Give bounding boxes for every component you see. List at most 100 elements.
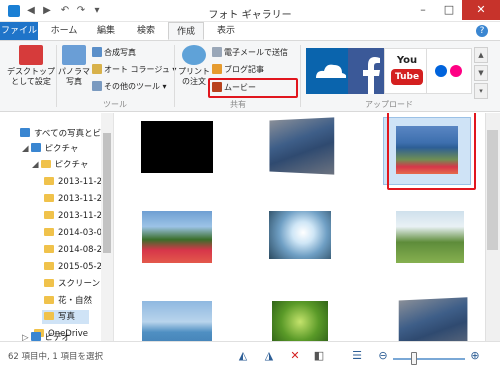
nav-item-label: 写真	[58, 312, 76, 322]
nav-item-videos[interactable]: ▷ ビデオ	[22, 331, 70, 345]
expand-arrow-icon: ▷	[22, 333, 29, 343]
selected-photo-highlight-box	[387, 113, 476, 190]
nav-item-folder[interactable]: 2015-05-2	[44, 260, 102, 274]
blog-post-button[interactable]: ブログ記事	[212, 63, 264, 76]
photo-thumbnail[interactable]	[269, 211, 331, 259]
rotate-left-icon[interactable]: ◭	[236, 349, 250, 363]
photo-thumbnail[interactable]	[272, 301, 328, 341]
other-tools-label: その他のツール ▾	[104, 82, 167, 91]
set-as-desktop-label: デスクトップ として設定	[7, 67, 55, 86]
nav-item-label: 2013-11-2	[58, 177, 102, 187]
tab-edit[interactable]: 編集	[88, 22, 124, 40]
nav-item-label: 2013-11-2	[58, 194, 102, 204]
nav-item-label: ピクチャ	[54, 160, 89, 170]
other-tools-button[interactable]: その他のツール ▾	[92, 80, 167, 93]
ribbon-separator	[300, 45, 301, 107]
tab-view[interactable]: 表示	[208, 22, 244, 40]
nav-item-label: 2014-08-2	[58, 245, 102, 255]
tab-file[interactable]: ファイル	[0, 22, 38, 40]
rotate-right-icon[interactable]: ◮	[262, 349, 276, 363]
ribbon: デスクトップ として設定 パノラマ 写真 合成写真 オート コラージュ ▾ その…	[0, 40, 500, 112]
nav-item-folder[interactable]: 2013-11-2	[44, 209, 102, 223]
flickr-icon[interactable]	[426, 48, 472, 94]
panorama-button[interactable]: パノラマ 写真	[58, 45, 90, 87]
onedrive-icon[interactable]	[306, 48, 352, 94]
nav-item-pictures-folder[interactable]: ◢ ピクチャ	[32, 158, 88, 172]
photo-thumbnail[interactable]	[396, 211, 464, 263]
nav-item-label: ビデオ	[44, 333, 71, 343]
minimize-button[interactable]: –	[410, 0, 436, 20]
email-icon	[212, 47, 222, 57]
navigation-pane: すべての写真とビデ ◢ ピクチャ ◢ ピクチャ 2013-11-2 2013-11-…	[0, 113, 114, 341]
tab-home[interactable]: ホーム	[44, 22, 84, 40]
collapse-arrow-icon: ◢	[32, 160, 39, 170]
tab-create[interactable]: 作成	[168, 22, 204, 40]
auto-collage-label: オート コラージュ ▾	[104, 65, 177, 74]
nav-item-folder[interactable]: 2013-11-2	[44, 175, 102, 189]
nav-item-folder[interactable]: 花・自然	[44, 294, 92, 308]
status-text: 62 項目中, 1 項目を選択	[8, 352, 104, 362]
zoom-slider-handle[interactable]	[411, 352, 417, 365]
email-button[interactable]: 電子メールで送信	[212, 46, 288, 59]
upload-scroll-down-icon[interactable]: ▼	[474, 65, 488, 81]
nav-item-folder[interactable]: 2014-08-2	[44, 243, 102, 257]
print-order-button[interactable]: プリント の注文	[178, 45, 210, 87]
auto-collage-button[interactable]: オート コラージュ ▾	[92, 63, 176, 76]
nav-item-label: 2014-03-0	[58, 228, 102, 238]
list-view-icon[interactable]: ☰	[350, 349, 364, 363]
photo-thumbnail[interactable]	[141, 121, 213, 173]
nav-item-label: すべての写真とビデ	[34, 129, 110, 139]
nav-item-folder[interactable]: 2013-11-2	[44, 192, 102, 206]
zoom-in-icon[interactable]: ⊕	[468, 349, 482, 363]
tab-search[interactable]: 検索	[128, 22, 164, 40]
ribbon-tabs: ファイル ホーム 編集 検索 作成 表示 ?	[0, 22, 500, 40]
upload-more-icon[interactable]: ▾	[474, 83, 488, 99]
youtube-icon[interactable]: You Tube	[384, 48, 430, 94]
upload-group-label: アップロード	[365, 100, 413, 109]
status-bar: 62 項目中, 1 項目を選択 ◭ ◮ ✕ ◧ ☰ ⊖ ⊕	[0, 341, 500, 375]
delete-icon[interactable]: ✕	[288, 349, 302, 363]
nav-scrollbar-thumb[interactable]	[103, 133, 111, 253]
blog-icon	[212, 64, 222, 74]
folder-icon	[44, 177, 54, 185]
photo-thumbnail[interactable]	[142, 301, 212, 341]
zoom-out-icon[interactable]: ⊖	[376, 349, 390, 363]
nav-item-pictures[interactable]: ◢ ピクチャ	[22, 142, 78, 156]
ribbon-separator	[56, 45, 57, 107]
email-label: 電子メールで送信	[224, 48, 288, 57]
folder-icon	[44, 211, 54, 219]
help-icon[interactable]: ?	[476, 25, 488, 37]
maximize-button[interactable]: □	[436, 0, 462, 20]
desktop-icon	[19, 45, 43, 65]
nav-item-folder[interactable]: 2014-03-0	[44, 226, 102, 240]
title-bar: ◀ ▶ ↶ ↷ ▾ フォト ギャラリー – □ ✕	[0, 0, 500, 22]
zoom-slider-track[interactable]	[393, 358, 465, 360]
set-as-desktop-button[interactable]: デスクトップ として設定	[6, 45, 56, 87]
tools-group-label: ツール	[103, 100, 127, 109]
nav-item-all-photos[interactable]: すべての写真とビデ	[20, 127, 110, 141]
properties-icon[interactable]: ◧	[312, 349, 326, 363]
pictures-icon	[30, 143, 41, 152]
close-button[interactable]: ✕	[462, 0, 500, 20]
folder-icon	[44, 245, 54, 253]
folder-icon	[40, 160, 51, 168]
photo-thumbnail[interactable]	[142, 211, 212, 263]
panorama-icon	[62, 45, 86, 65]
photo-thumbnail[interactable]	[398, 297, 468, 341]
folder-icon	[44, 228, 54, 236]
nav-item-label: 2015-05-2	[58, 262, 102, 272]
upload-scroll-up-icon[interactable]: ▲	[474, 47, 488, 63]
photo-thumbnail[interactable]	[269, 117, 335, 175]
composite-photo-button[interactable]: 合成写真	[92, 46, 136, 59]
folder-icon	[44, 296, 54, 304]
nav-item-photos-selected[interactable]: 写真	[42, 310, 90, 324]
photo-grid	[115, 113, 485, 341]
nav-item-label: ピクチャ	[44, 144, 79, 154]
print-order-icon	[182, 45, 206, 65]
content-scrollbar-thumb[interactable]	[487, 130, 498, 250]
share-group-label: 共有	[230, 100, 246, 109]
nav-item-label: 2013-11-2	[58, 211, 102, 221]
folder-icon	[44, 312, 54, 320]
other-tools-icon	[92, 81, 102, 91]
videos-icon	[30, 332, 41, 341]
